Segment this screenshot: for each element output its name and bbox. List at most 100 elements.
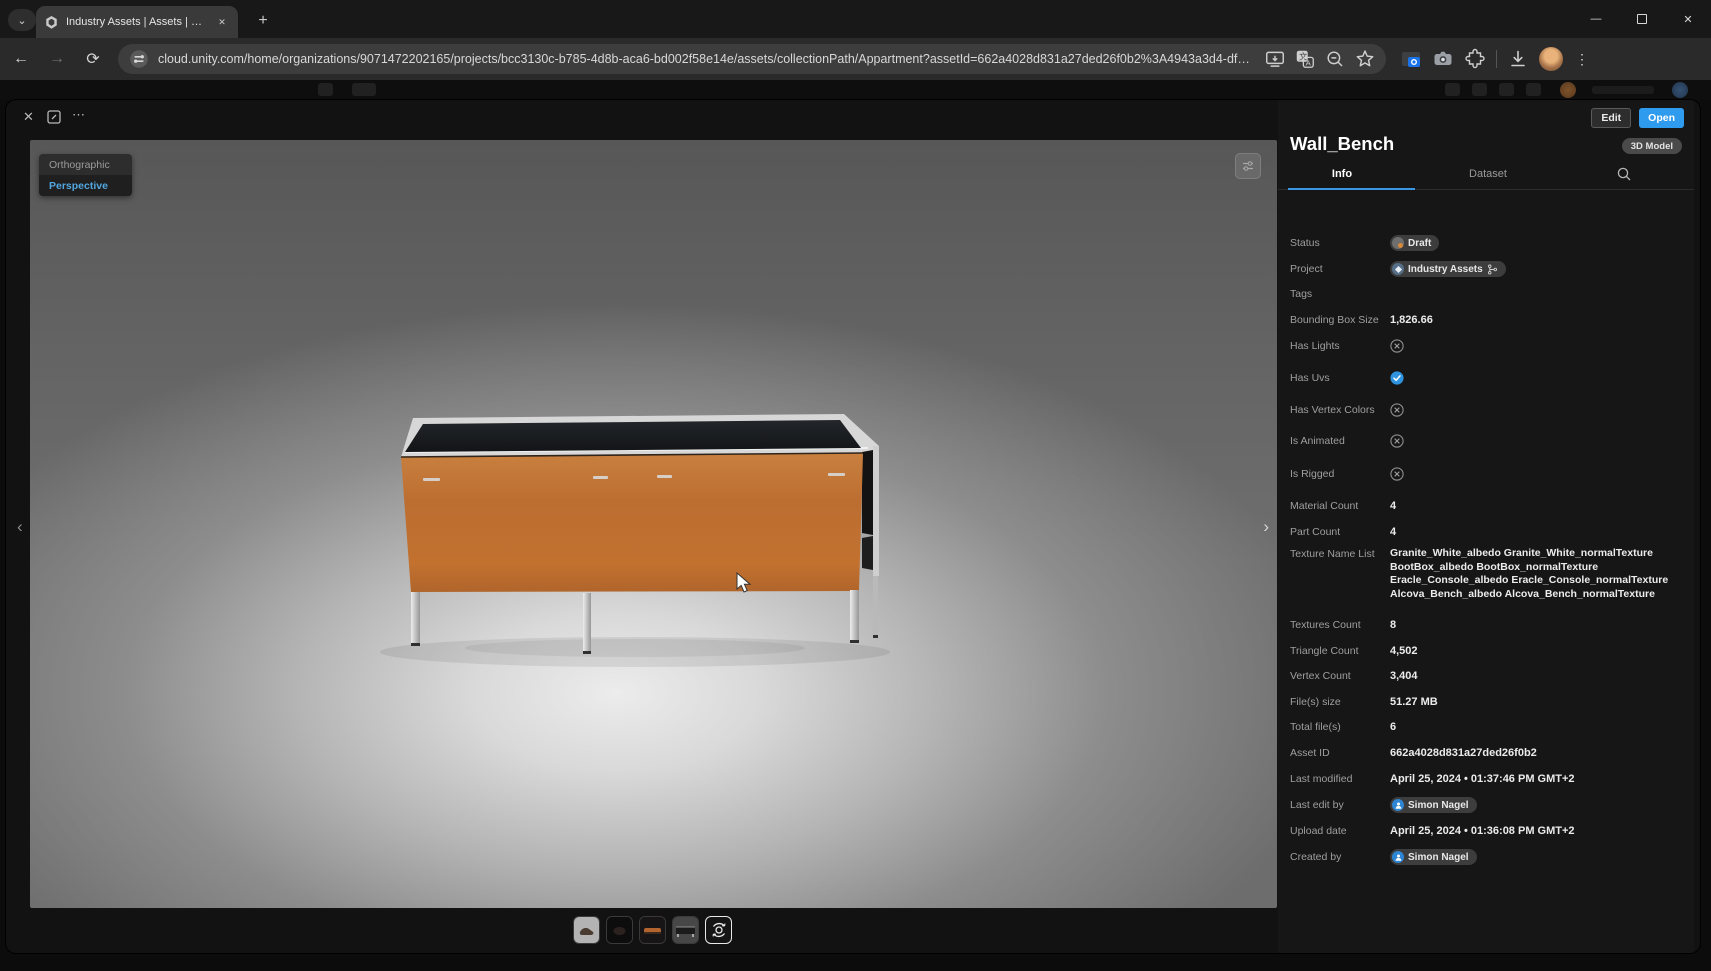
svg-text:A: A — [1306, 58, 1312, 67]
window-close-button[interactable]: ✕ — [1665, 0, 1711, 38]
user-pill[interactable]: Simon Nagel — [1390, 797, 1477, 813]
field-row-asset-id: Asset ID 662a4028d831a27ded26f0b2 — [1290, 744, 1684, 762]
reload-button[interactable]: ⟳ — [78, 44, 108, 74]
dimmed-icon — [318, 83, 333, 96]
open-button[interactable]: Open — [1639, 108, 1684, 128]
toolbar-separator — [1496, 50, 1497, 68]
field-row-is-animated: Is Animated — [1290, 432, 1684, 450]
dimmed-avatar — [1672, 82, 1688, 98]
dimmed-icon — [1499, 83, 1514, 96]
dimmed-avatar — [1560, 82, 1576, 98]
dimmed-icon — [1445, 83, 1460, 96]
fullscreen-icon[interactable] — [47, 110, 61, 124]
downloads-icon[interactable] — [1507, 48, 1529, 70]
site-info-icon[interactable] — [128, 48, 150, 70]
field-row-bounding-box: Bounding Box Size 1,826.66 — [1290, 311, 1684, 329]
file-thumbnail-boot[interactable] — [573, 916, 600, 944]
dimmed-icon — [1526, 83, 1541, 96]
projection-dropdown: Orthographic Perspective — [39, 154, 132, 196]
panel-search-icon[interactable] — [1616, 166, 1632, 182]
projection-option-orthographic[interactable]: Orthographic — [39, 154, 132, 175]
mouse-cursor — [736, 572, 755, 594]
project-pill[interactable]: Industry Assets — [1390, 261, 1506, 277]
viewport-settings-button[interactable] — [1235, 153, 1261, 179]
edit-button[interactable]: Edit — [1591, 108, 1631, 128]
tab-close-icon[interactable]: ✕ — [214, 14, 230, 30]
no-icon — [1390, 467, 1404, 481]
user-pill[interactable]: Simon Nagel — [1390, 849, 1477, 865]
field-row-last-modified: Last modified April 25, 2024 • 01:37:46 … — [1290, 770, 1684, 788]
tab-info[interactable]: Info — [1312, 158, 1372, 190]
tab-search-menu-button[interactable]: ⌄ — [8, 9, 36, 31]
asset-type-badge: 3D Model — [1622, 138, 1682, 154]
browser-profile-avatar[interactable] — [1539, 47, 1563, 71]
field-row-status: Status Draft — [1290, 234, 1684, 252]
asset-title: Wall_Bench — [1290, 133, 1394, 155]
no-icon — [1390, 403, 1404, 417]
translate-icon[interactable]: 文 A — [1294, 48, 1316, 70]
field-row-last-edit-by: Last edit by Simon Nagel — [1290, 796, 1684, 814]
new-tab-button[interactable]: + — [252, 10, 274, 32]
bookmark-star-icon[interactable] — [1354, 48, 1376, 70]
minimize-button[interactable]: — — [1573, 0, 1619, 38]
field-row-triangle-count: Triangle Count 4,502 — [1290, 642, 1684, 660]
no-icon — [1390, 339, 1404, 353]
asset-info-panel: Edit Open Wall_Bench 3D Model Info Datas… — [1278, 100, 1694, 953]
save-to-device-icon[interactable] — [1264, 48, 1286, 70]
orbit-3d-view-button[interactable] — [705, 916, 732, 944]
field-row-textures-count: Textures Count 8 — [1290, 616, 1684, 634]
3d-viewport[interactable]: Orthographic Perspective › — [30, 140, 1277, 908]
field-row-vertex-count: Vertex Count 3,404 — [1290, 667, 1684, 685]
panel-actions: Edit Open — [1591, 108, 1684, 128]
wall-bench-3d-model[interactable] — [30, 140, 1277, 908]
field-row-upload-date: Upload date April 25, 2024 • 01:36:08 PM… — [1290, 822, 1684, 840]
prev-asset-chevron[interactable]: ‹ — [17, 518, 23, 535]
window-controls: — ✕ — [1573, 0, 1711, 38]
file-thumbnail-console[interactable] — [639, 916, 666, 944]
maximize-button[interactable] — [1619, 0, 1665, 38]
address-bar[interactable]: cloud.unity.com/home/organizations/90714… — [118, 44, 1386, 74]
unity-favicon — [44, 15, 59, 30]
field-row-files-size: File(s) size 51.27 MB — [1290, 693, 1684, 711]
forward-button[interactable]: → — [42, 44, 72, 74]
user-avatar — [1392, 851, 1404, 863]
dimmed-text — [1592, 86, 1654, 94]
user-avatar — [1392, 799, 1404, 811]
field-row-texture-name-list: Texture Name List Granite_White_albedo G… — [1290, 547, 1684, 603]
no-icon — [1390, 434, 1404, 448]
field-row-has-vertex-colors: Has Vertex Colors — [1290, 401, 1684, 419]
file-thumbnail-dark[interactable] — [606, 916, 633, 944]
orbit-icon — [710, 921, 728, 939]
person-icon — [1394, 801, 1403, 810]
person-icon — [1394, 853, 1403, 862]
yes-check-icon — [1390, 371, 1404, 385]
screenshot-extension-icon[interactable] — [1400, 48, 1422, 70]
url-text[interactable]: cloud.unity.com/home/organizations/90714… — [158, 52, 1256, 66]
browser-menu-icon[interactable]: ⋮ — [1575, 51, 1589, 68]
field-row-part-count: Part Count 4 — [1290, 523, 1684, 541]
next-asset-chevron[interactable]: › — [1263, 518, 1269, 535]
asset-preview-modal: ✕ ⋯ ‹ — [6, 100, 1700, 953]
file-thumbnail-bench[interactable] — [672, 916, 699, 944]
field-row-project: Project Industry Assets — [1290, 260, 1684, 278]
back-button[interactable]: ← — [6, 44, 36, 74]
dimmed-icon — [352, 83, 376, 96]
texture-name-list: Granite_White_albedo Granite_White_norma… — [1390, 547, 1668, 601]
modal-close-icon[interactable]: ✕ — [23, 109, 34, 125]
dimmed-page-header — [0, 80, 1711, 100]
field-row-material-count: Material Count 4 — [1290, 497, 1684, 515]
dimmed-icon — [1472, 83, 1487, 96]
tab-dataset[interactable]: Dataset — [1453, 158, 1523, 190]
camera-extension-icon[interactable] — [1432, 48, 1454, 70]
browser-tab[interactable]: Industry Assets | Assets | Unity ✕ — [36, 6, 238, 38]
zoom-icon[interactable] — [1324, 48, 1346, 70]
project-versions-icon — [1487, 264, 1498, 275]
panel-tabs: Info Dataset — [1278, 158, 1694, 190]
preview-toolbar — [573, 916, 732, 944]
status-pill[interactable]: Draft — [1390, 235, 1439, 251]
projection-option-perspective[interactable]: Perspective — [39, 175, 132, 196]
tab-title: Industry Assets | Assets | Unity — [66, 16, 207, 28]
field-row-has-uvs: Has Uvs — [1290, 369, 1684, 387]
more-options-icon[interactable]: ⋯ — [72, 107, 86, 123]
extensions-puzzle-icon[interactable] — [1464, 48, 1486, 70]
